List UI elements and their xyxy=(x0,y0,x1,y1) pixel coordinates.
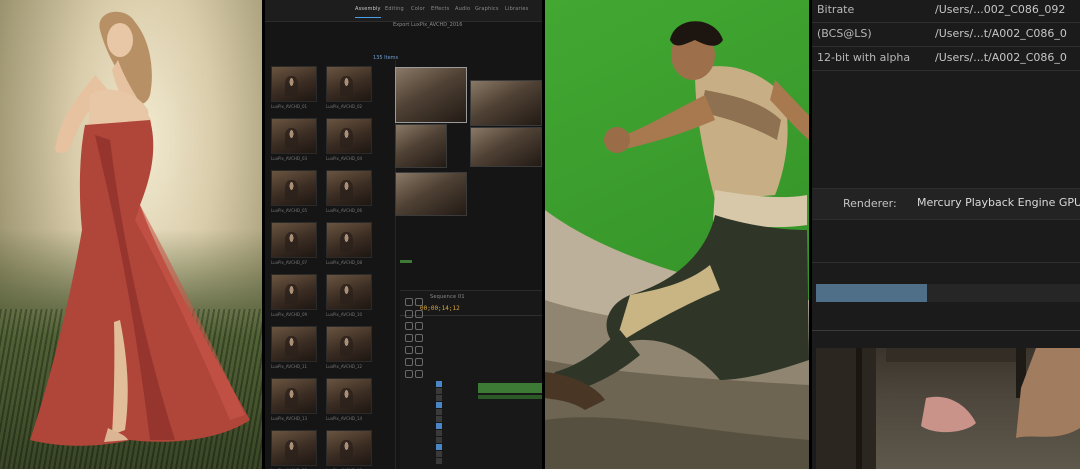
tool-icon[interactable] xyxy=(405,322,413,330)
green-screen-panel xyxy=(545,0,809,469)
project-title: Export LuxPix_AVCHD_2016 xyxy=(393,22,463,28)
track-toggle-button[interactable] xyxy=(436,437,442,443)
source-preview-4[interactable] xyxy=(470,127,542,167)
clip-thumbnail[interactable] xyxy=(271,326,317,362)
clip-name: LuxPix_AVCHD_02 xyxy=(326,104,363,109)
track-toggle-button[interactable] xyxy=(436,402,442,408)
setting-path-1: /Users/...002_C086_092 xyxy=(935,3,1066,16)
tool-icon[interactable] xyxy=(405,298,413,306)
tool-icon[interactable] xyxy=(415,370,423,378)
setting-label-codec: (BCS@LS) xyxy=(817,27,872,40)
source-preview-3[interactable] xyxy=(395,124,447,168)
row-divider xyxy=(812,46,1080,47)
tool-icon[interactable] xyxy=(415,298,423,306)
tab-graphics[interactable]: Graphics xyxy=(475,6,499,18)
clip-name: LuxPix_AVCHD_10 xyxy=(326,312,363,317)
tool-icon[interactable] xyxy=(405,310,413,318)
tab-assembly[interactable]: Assembly xyxy=(355,6,381,18)
tab-color[interactable]: Color xyxy=(411,6,425,18)
setting-path-3: /Users/...t/A002_C086_0 xyxy=(935,51,1067,64)
tool-icon[interactable] xyxy=(415,322,423,330)
renderer-select[interactable]: Mercury Playback Engine GPU xyxy=(917,196,1080,209)
clip-thumbnail[interactable] xyxy=(271,274,317,310)
export-settings-panel: Bitrate /Users/...002_C086_092 (BCS@LS) … xyxy=(812,0,1080,469)
clip-thumbnail[interactable] xyxy=(271,378,317,414)
track-toggle-button[interactable] xyxy=(436,458,442,464)
timeline-timecode: 00;00;14;12 xyxy=(420,305,460,312)
setting-label-depth: 12-bit with alpha xyxy=(817,51,911,64)
portrait-photo-panel xyxy=(0,0,262,469)
clip-thumbnail[interactable] xyxy=(271,66,317,102)
clip-thumbnail[interactable] xyxy=(326,326,372,362)
workspace-tabbar: Assembly Editing Color Effects Audio Gra… xyxy=(265,0,542,22)
track-toggle-button[interactable] xyxy=(436,409,442,415)
tool-icon[interactable] xyxy=(405,334,413,342)
clip-thumbnail[interactable] xyxy=(271,222,317,258)
section-divider xyxy=(812,262,1080,263)
track-toggle-button[interactable] xyxy=(436,451,442,457)
clip-thumbnail[interactable] xyxy=(326,430,372,466)
clip-name: LuxPix_AVCHD_05 xyxy=(271,208,308,213)
tool-icon[interactable] xyxy=(415,346,423,354)
clip-name: LuxPix_AVCHD_08 xyxy=(326,260,363,265)
tool-icon[interactable] xyxy=(405,370,413,378)
output-frame-image xyxy=(816,348,1080,469)
section-divider xyxy=(812,330,1080,331)
export-progress-bar xyxy=(816,284,1080,302)
clip-name: LuxPix_AVCHD_14 xyxy=(326,416,363,421)
clip-name: LuxPix_AVCHD_13 xyxy=(271,416,308,421)
row-divider xyxy=(812,22,1080,23)
track-toggle-button[interactable] xyxy=(436,416,442,422)
running-warrior-image xyxy=(545,21,809,469)
clip-thumbnail[interactable] xyxy=(271,170,317,206)
source-preview-1[interactable] xyxy=(395,67,467,123)
renderer-label: Renderer: xyxy=(843,197,897,210)
video-editor-panel: Assembly Editing Color Effects Audio Gra… xyxy=(265,0,542,469)
row-divider xyxy=(812,70,1080,71)
export-progress-fill xyxy=(816,284,927,302)
clip-name: LuxPix_AVCHD_04 xyxy=(326,156,363,161)
setting-label-bitrate: Bitrate xyxy=(817,3,855,16)
tool-icon[interactable] xyxy=(415,334,423,342)
output-video-preview xyxy=(816,348,1080,469)
clip-thumbnail[interactable] xyxy=(326,66,372,102)
clip-thumbnail[interactable] xyxy=(326,222,372,258)
source-preview-2[interactable] xyxy=(470,80,542,126)
clip-name: LuxPix_AVCHD_07 xyxy=(271,260,308,265)
timeline-clip-green[interactable] xyxy=(478,383,542,393)
track-toggle-button[interactable] xyxy=(436,388,442,394)
tab-editing[interactable]: Editing xyxy=(385,6,404,18)
clip-thumbnail[interactable] xyxy=(326,274,372,310)
track-toggle-button[interactable] xyxy=(436,423,442,429)
tool-icon[interactable] xyxy=(415,358,423,366)
clip-thumbnail[interactable] xyxy=(326,170,372,206)
clip-thumbnail[interactable] xyxy=(326,378,372,414)
tab-libraries[interactable]: Libraries xyxy=(505,6,528,18)
clip-thumbnail[interactable] xyxy=(271,430,317,466)
track-toggle-button[interactable] xyxy=(436,381,442,387)
clip-thumbnail[interactable] xyxy=(271,118,317,154)
tool-icon[interactable] xyxy=(405,346,413,354)
clip-name: LuxPix_AVCHD_12 xyxy=(326,364,363,369)
tab-effects[interactable]: Effects xyxy=(431,6,449,18)
clip-name: LuxPix_AVCHD_01 xyxy=(271,104,308,109)
audio-meter-clip xyxy=(400,260,412,263)
clip-name: LuxPix_AVCHD_06 xyxy=(326,208,363,213)
track-toggle-button[interactable] xyxy=(436,430,442,436)
tool-icon[interactable] xyxy=(415,310,423,318)
clip-name: LuxPix_AVCHD_03 xyxy=(271,156,308,161)
tool-icon[interactable] xyxy=(405,358,413,366)
clip-name: LuxPix_AVCHD_09 xyxy=(271,312,308,317)
source-preview-5[interactable] xyxy=(395,172,467,216)
setting-path-2: /Users/...t/A002_C086_0 xyxy=(935,27,1067,40)
clip-thumbnail[interactable] xyxy=(326,118,372,154)
woman-in-red-dress-image xyxy=(30,11,250,446)
track-toggle-button[interactable] xyxy=(436,444,442,450)
timeline-clip-audio[interactable] xyxy=(478,395,542,399)
clip-name: LuxPix_AVCHD_11 xyxy=(271,364,308,369)
tab-audio[interactable]: Audio xyxy=(455,6,470,18)
track-toggle-button[interactable] xyxy=(436,395,442,401)
